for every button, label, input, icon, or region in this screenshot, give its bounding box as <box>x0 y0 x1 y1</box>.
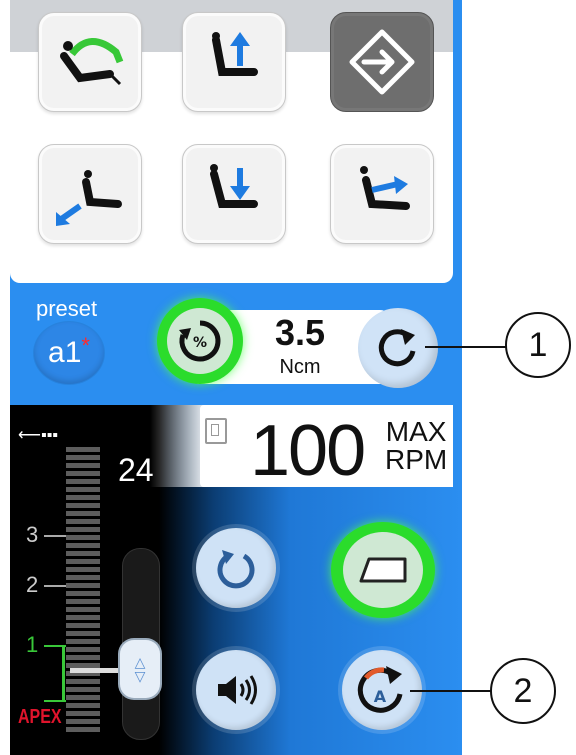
chair-tilt-back-icon <box>56 170 122 226</box>
ruler-tick <box>66 487 100 492</box>
ruler-tick <box>66 495 100 500</box>
ruler-tick <box>66 551 100 556</box>
ruler-tick <box>66 639 100 644</box>
clockwise-rotate-icon <box>378 329 416 367</box>
scale-line-3 <box>44 535 66 537</box>
preset-label: preset <box>36 296 98 321</box>
counterclockwise-icon <box>217 550 255 589</box>
torque-unit: Ncm <box>279 356 321 378</box>
ruler-tick <box>66 575 100 580</box>
ruler-tick <box>66 631 100 636</box>
ruler-tick <box>66 623 100 628</box>
apex-count: 24 <box>118 452 154 488</box>
ruler-tick <box>66 535 100 540</box>
auto-rotate-icon: A <box>357 666 403 713</box>
ruler-tick <box>66 519 100 524</box>
handpiece-light-icon <box>359 557 407 583</box>
svg-text:%: % <box>193 335 207 351</box>
exit-icon <box>349 29 415 95</box>
ruler-tick <box>66 727 100 732</box>
ruler-tick <box>66 695 100 700</box>
chair-tilt-back-button[interactable] <box>38 144 142 244</box>
ruler-tick <box>66 679 100 684</box>
ruler-tick <box>66 503 100 508</box>
ruler-tick <box>66 471 100 476</box>
chair-up-icon <box>212 32 258 76</box>
preset-button[interactable]: a1 * <box>34 322 104 384</box>
speed-unit: RPM <box>385 444 448 475</box>
scale-label-1: 1 <box>26 632 39 657</box>
chair-down-icon <box>210 164 258 208</box>
ruler-tick <box>66 615 100 620</box>
ruler-tick <box>66 711 100 716</box>
sound-button[interactable] <box>196 650 276 730</box>
chair-recline-green-arc-icon <box>60 38 124 86</box>
ruler-tick <box>66 687 100 692</box>
chair-down-button[interactable] <box>182 144 286 244</box>
ruler-tick <box>66 479 100 484</box>
chair-return-button[interactable] <box>330 144 434 244</box>
file-icon <box>205 418 227 444</box>
speaker-icon <box>218 675 257 705</box>
torque-value: 3.5 <box>274 312 326 353</box>
ruler-tick <box>66 599 100 604</box>
scale-label-3: 3 <box>26 522 39 547</box>
apex-slider-knob[interactable]: △ ▽ <box>120 640 160 698</box>
arrow-down-icon: ▽ <box>134 668 146 684</box>
speed-max-unit: MAX RPM <box>385 418 447 474</box>
callout-1-line <box>425 346 507 348</box>
ruler-tick <box>66 607 100 612</box>
ruler-tick <box>66 591 100 596</box>
reverse-button[interactable] <box>196 528 276 608</box>
ruler-tick <box>66 511 100 516</box>
apex-position-marker <box>70 668 118 673</box>
ruler-tick <box>66 455 100 460</box>
svg-text:A: A <box>374 687 387 706</box>
apex-zone-bottom <box>44 700 66 702</box>
arrow-up-icon: △ <box>134 654 146 670</box>
ruler-tick <box>66 719 100 724</box>
speed-max-label: MAX <box>385 416 447 447</box>
chair-controls-card <box>10 0 453 283</box>
apex-zone-bracket <box>62 645 65 701</box>
callout-2: 2 <box>490 658 556 724</box>
chair-recline-button[interactable] <box>38 12 142 112</box>
rotation-direction-button[interactable] <box>358 308 438 388</box>
chair-return-icon <box>360 166 410 210</box>
ruler-tick <box>66 559 100 564</box>
light-mode-button[interactable] <box>331 522 435 618</box>
ruler-tick <box>66 655 100 660</box>
ruler-tick <box>66 583 100 588</box>
speed-value: 100 <box>250 411 366 491</box>
apex-label: APEX <box>18 706 62 728</box>
preset-value: a1 <box>48 336 82 369</box>
ruler-tick <box>66 567 100 572</box>
ruler-tick <box>66 543 100 548</box>
preset-modified-mark: * <box>81 333 90 358</box>
ruler-tick <box>66 703 100 708</box>
callout-2-line <box>410 690 492 692</box>
chair-up-button[interactable] <box>182 12 286 112</box>
ruler-tick <box>66 647 100 652</box>
percent-rotate-icon: % <box>179 320 221 362</box>
ruler-tick <box>66 527 100 532</box>
exit-button[interactable] <box>330 12 434 112</box>
apex-direction-icon: ⟵▪▪▪ <box>18 427 58 444</box>
scale-line-2 <box>44 585 66 587</box>
apex-ruler <box>66 447 100 732</box>
callout-1: 1 <box>505 312 571 378</box>
torque-percent-button[interactable]: % <box>157 298 243 384</box>
scale-label-2: 2 <box>26 572 39 597</box>
ruler-tick <box>66 447 100 452</box>
ruler-tick <box>66 463 100 468</box>
